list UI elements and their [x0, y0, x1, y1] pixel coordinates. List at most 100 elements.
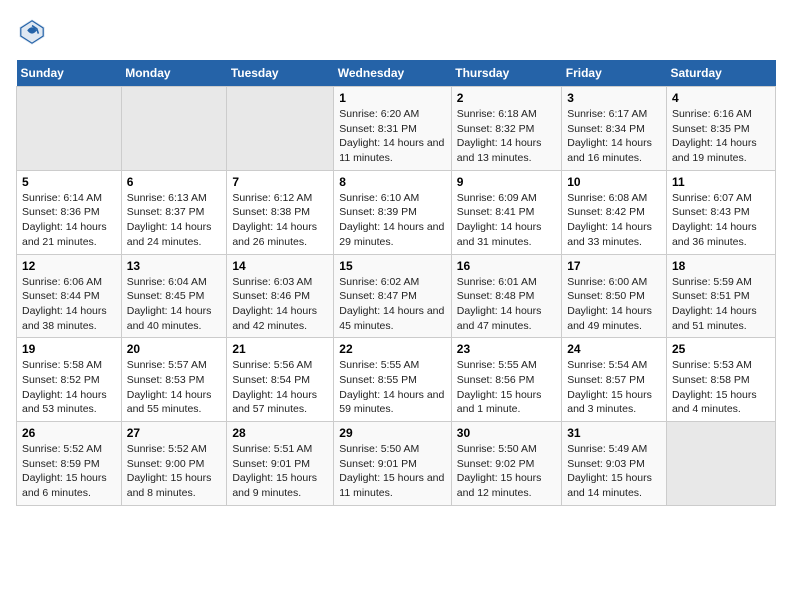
sunrise-text: Sunrise: 5:52 AM: [127, 442, 222, 457]
sunset-text: Sunset: 8:54 PM: [232, 373, 328, 388]
day-info: Sunrise: 6:00 AMSunset: 8:50 PMDaylight:…: [567, 275, 661, 334]
sunrise-text: Sunrise: 6:17 AM: [567, 107, 661, 122]
daylight-text: Daylight: 15 hours and 4 minutes.: [672, 388, 770, 417]
day-number: 31: [567, 426, 661, 440]
day-info: Sunrise: 6:02 AMSunset: 8:47 PMDaylight:…: [339, 275, 446, 334]
daylight-text: Daylight: 14 hours and 36 minutes.: [672, 220, 770, 249]
calendar-cell: 10Sunrise: 6:08 AMSunset: 8:42 PMDayligh…: [562, 170, 667, 254]
daylight-text: Daylight: 14 hours and 57 minutes.: [232, 388, 328, 417]
day-info: Sunrise: 6:04 AMSunset: 8:45 PMDaylight:…: [127, 275, 222, 334]
sunset-text: Sunset: 9:00 PM: [127, 457, 222, 472]
day-info: Sunrise: 5:55 AMSunset: 8:55 PMDaylight:…: [339, 358, 446, 417]
day-info: Sunrise: 6:16 AMSunset: 8:35 PMDaylight:…: [672, 107, 770, 166]
day-number: 11: [672, 175, 770, 189]
day-number: 12: [22, 259, 116, 273]
calendar-cell: 30 Sunrise: 5:50 AMSunset: 9:02 PMDayligh…: [451, 422, 561, 506]
day-info: Sunrise: 6:18 AMSunset: 8:32 PMDaylight:…: [457, 107, 556, 166]
day-info: Sunrise: 5:53 AMSunset: 8:58 PMDaylight:…: [672, 358, 770, 417]
sunset-text: Sunset: 8:53 PM: [127, 373, 222, 388]
calendar-cell: 17Sunrise: 6:00 AMSunset: 8:50 PMDayligh…: [562, 254, 667, 338]
calendar-week-row: 26Sunrise: 5:52 AMSunset: 8:59 PMDayligh…: [17, 422, 776, 506]
calendar-cell: 25Sunrise: 5:53 AMSunset: 8:58 PMDayligh…: [666, 338, 775, 422]
daylight-text: Daylight: 14 hours and 26 minutes.: [232, 220, 328, 249]
sunrise-text: Sunrise: 5:51 AM: [232, 442, 328, 457]
daylight-text: Daylight: 15 hours and 8 minutes.: [127, 471, 222, 500]
sunset-text: Sunset: 8:46 PM: [232, 289, 328, 304]
calendar-cell: [666, 422, 775, 506]
calendar-cell: 16Sunrise: 6:01 AMSunset: 8:48 PMDayligh…: [451, 254, 561, 338]
sunset-text: Sunset: 8:34 PM: [567, 122, 661, 137]
daylight-text: Daylight: 14 hours and 38 minutes.: [22, 304, 116, 333]
sunrise-text: Sunrise: 5:53 AM: [672, 358, 770, 373]
sunrise-text: Sunrise: 6:03 AM: [232, 275, 328, 290]
calendar-cell: 11 Sunrise: 6:07 AMSunset: 8:43 PMDayligh…: [666, 170, 775, 254]
sunset-text: Sunset: 8:42 PM: [567, 205, 661, 220]
day-info: Sunrise: 5:54 AMSunset: 8:57 PMDaylight:…: [567, 358, 661, 417]
calendar-week-row: 5Sunrise: 6:14 AMSunset: 8:36 PMDaylight…: [17, 170, 776, 254]
day-info: Sunrise: 5:50 AMSunset: 9:01 PMDaylight:…: [339, 442, 446, 501]
sunset-text: Sunset: 9:01 PM: [232, 457, 328, 472]
daylight-text: Daylight: 15 hours and 6 minutes.: [22, 471, 116, 500]
calendar-cell: 26Sunrise: 5:52 AMSunset: 8:59 PMDayligh…: [17, 422, 122, 506]
page-header: [16, 16, 776, 48]
calendar-cell: 24Sunrise: 5:54 AMSunset: 8:57 PMDayligh…: [562, 338, 667, 422]
sunset-text: Sunset: 9:03 PM: [567, 457, 661, 472]
sunrise-text: Sunrise: 6:13 AM: [127, 191, 222, 206]
calendar-cell: 5Sunrise: 6:14 AMSunset: 8:36 PMDaylight…: [17, 170, 122, 254]
daylight-text: Daylight: 14 hours and 51 minutes.: [672, 304, 770, 333]
day-number: 6: [127, 175, 222, 189]
day-number: 7: [232, 175, 328, 189]
sunrise-text: Sunrise: 5:50 AM: [339, 442, 446, 457]
sunset-text: Sunset: 9:02 PM: [457, 457, 556, 472]
weekday-header: Saturday: [666, 60, 775, 87]
sunset-text: Sunset: 8:45 PM: [127, 289, 222, 304]
sunset-text: Sunset: 8:59 PM: [22, 457, 116, 472]
daylight-text: Daylight: 14 hours and 33 minutes.: [567, 220, 661, 249]
calendar-cell: 22 Sunrise: 5:55 AMSunset: 8:55 PMDayligh…: [334, 338, 452, 422]
weekday-header: Tuesday: [227, 60, 334, 87]
daylight-text: Daylight: 14 hours and 16 minutes.: [567, 136, 661, 165]
sunrise-text: Sunrise: 6:09 AM: [457, 191, 556, 206]
sunrise-text: Sunrise: 6:10 AM: [339, 191, 446, 206]
calendar-body: 1Sunrise: 6:20 AMSunset: 8:31 PMDaylight…: [17, 87, 776, 506]
daylight-text: Daylight: 14 hours and 13 minutes.: [457, 136, 556, 165]
sunrise-text: Sunrise: 6:00 AM: [567, 275, 661, 290]
calendar-cell: 8Sunrise: 6:10 AMSunset: 8:39 PMDaylight…: [334, 170, 452, 254]
sunset-text: Sunset: 8:31 PM: [339, 122, 446, 137]
calendar-table: SundayMondayTuesdayWednesdayThursdayFrid…: [16, 60, 776, 506]
day-number: 21: [232, 342, 328, 356]
sunset-text: Sunset: 8:47 PM: [339, 289, 446, 304]
day-info: Sunrise: 6:07 AMSunset: 8:43 PMDaylight:…: [672, 191, 770, 250]
sunrise-text: Sunrise: 6:16 AM: [672, 107, 770, 122]
calendar-cell: 28Sunrise: 5:51 AMSunset: 9:01 PMDayligh…: [227, 422, 334, 506]
sunset-text: Sunset: 8:51 PM: [672, 289, 770, 304]
daylight-text: Daylight: 15 hours and 1 minute.: [457, 388, 556, 417]
day-number: 1: [339, 91, 446, 105]
day-number: 27: [127, 426, 222, 440]
daylight-text: Daylight: 14 hours and 53 minutes.: [22, 388, 116, 417]
day-number: 22: [339, 342, 446, 356]
day-info: Sunrise: 5:50 AMSunset: 9:02 PMDaylight:…: [457, 442, 556, 501]
sunset-text: Sunset: 8:56 PM: [457, 373, 556, 388]
day-number: 15: [339, 259, 446, 273]
day-info: Sunrise: 5:51 AMSunset: 9:01 PMDaylight:…: [232, 442, 328, 501]
day-info: Sunrise: 6:14 AMSunset: 8:36 PMDaylight:…: [22, 191, 116, 250]
sunset-text: Sunset: 8:41 PM: [457, 205, 556, 220]
daylight-text: Daylight: 14 hours and 29 minutes.: [339, 220, 446, 249]
calendar-cell: 20Sunrise: 5:57 AMSunset: 8:53 PMDayligh…: [121, 338, 227, 422]
day-info: Sunrise: 6:12 AMSunset: 8:38 PMDaylight:…: [232, 191, 328, 250]
daylight-text: Daylight: 14 hours and 40 minutes.: [127, 304, 222, 333]
sunrise-text: Sunrise: 6:02 AM: [339, 275, 446, 290]
day-info: Sunrise: 6:06 AMSunset: 8:44 PMDaylight:…: [22, 275, 116, 334]
calendar-cell: 15 Sunrise: 6:02 AMSunset: 8:47 PMDayligh…: [334, 254, 452, 338]
day-number: 16: [457, 259, 556, 273]
calendar-cell: 12 Sunrise: 6:06 AMSunset: 8:44 PMDayligh…: [17, 254, 122, 338]
day-info: Sunrise: 5:55 AMSunset: 8:56 PMDaylight:…: [457, 358, 556, 417]
sunrise-text: Sunrise: 6:08 AM: [567, 191, 661, 206]
calendar-week-row: 12 Sunrise: 6:06 AMSunset: 8:44 PMDayligh…: [17, 254, 776, 338]
day-number: 30: [457, 426, 556, 440]
weekday-header: Sunday: [17, 60, 122, 87]
day-number: 20: [127, 342, 222, 356]
sunset-text: Sunset: 8:52 PM: [22, 373, 116, 388]
calendar-cell: 6Sunrise: 6:13 AMSunset: 8:37 PMDaylight…: [121, 170, 227, 254]
